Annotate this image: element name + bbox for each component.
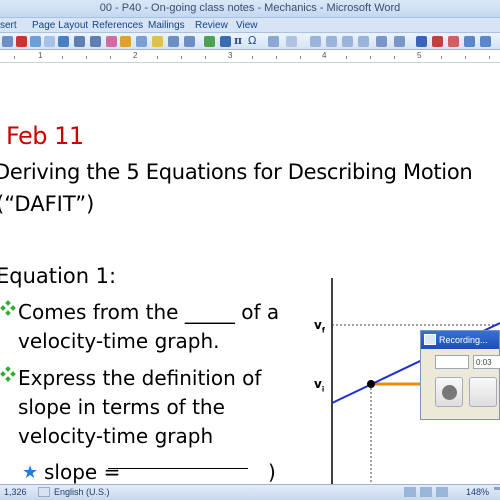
section-heading-line1: Deriving the 5 Equations for Describing …: [0, 160, 473, 184]
recording-title: Recording...: [439, 335, 488, 345]
tab-mailings[interactable]: Mailings: [148, 20, 185, 31]
ruler-tick: [276, 56, 277, 59]
vf-label: vf: [314, 318, 325, 335]
answer-blank: [108, 468, 248, 469]
ruler-tick: [394, 56, 395, 59]
ruler-tick: [346, 56, 347, 59]
title-bar: 00 - P40 - On-going class notes - Mechan…: [0, 0, 500, 18]
view-mode-icon[interactable]: [420, 487, 432, 497]
window-title: 00 - P40 - On-going class notes - Mechan…: [99, 2, 401, 14]
ruler-number: 4: [322, 51, 327, 60]
sub-bullet-close: ): [268, 460, 276, 484]
stop-button[interactable]: [469, 377, 497, 407]
tool-icon[interactable]: [432, 36, 443, 47]
ruler-tick: [252, 56, 253, 59]
vi-point: [367, 380, 375, 388]
diamond-bullet-icon: [0, 366, 16, 382]
tool-icon[interactable]: [120, 36, 131, 47]
tool-icon[interactable]: [268, 36, 279, 47]
view-mode-icon[interactable]: [436, 487, 448, 497]
word-count[interactable]: 1,326: [4, 487, 27, 497]
tool-icon[interactable]: [58, 36, 69, 47]
ruler-tick: [62, 56, 63, 59]
bullet-line: velocity-time graph.: [18, 329, 220, 353]
tab-references[interactable]: References: [92, 20, 143, 31]
tool-icon[interactable]: [184, 36, 195, 47]
tool-icon[interactable]: [30, 36, 41, 47]
tab-review[interactable]: Review: [195, 20, 228, 31]
tool-icon[interactable]: [448, 36, 459, 47]
tool-icon[interactable]: [464, 36, 475, 47]
tool-icon[interactable]: [16, 36, 27, 47]
tool-icon[interactable]: [394, 36, 405, 47]
ruler-tick: [465, 56, 466, 59]
tool-icon[interactable]: [106, 36, 117, 47]
vi-label: vi: [314, 377, 325, 394]
view-mode-icon[interactable]: [404, 487, 416, 497]
horizontal-ruler[interactable]: 1 2 3 4 5: [0, 50, 500, 63]
bullet-line: slope in terms of the: [18, 395, 225, 419]
date-heading: Feb 11: [6, 122, 84, 150]
tool-icon[interactable]: [310, 36, 321, 47]
tool-icon[interactable]: [416, 36, 427, 47]
equation-label: Equation 1:: [0, 264, 117, 288]
recording-timer: 0:03: [473, 355, 500, 369]
pi-icon[interactable]: π: [234, 34, 245, 47]
ribbon-tabs: sert Page Layout References Mailings Rev…: [0, 18, 500, 33]
ruler-tick: [489, 56, 490, 59]
tool-icon[interactable]: [204, 36, 215, 47]
quick-toolbar: π Ω: [0, 33, 500, 50]
ruler-tick: [441, 56, 442, 59]
recording-title-bar[interactable]: Recording...: [421, 331, 499, 349]
recording-widget[interactable]: Recording... 0:03: [420, 330, 500, 420]
omega-icon[interactable]: Ω: [248, 34, 259, 47]
ruler-tick: [157, 56, 158, 59]
ruler-tick: [14, 56, 15, 59]
diamond-bullet-icon: [0, 300, 16, 316]
sub-bullet-text: slope =: [44, 460, 121, 484]
language-indicator[interactable]: English (U.S.): [54, 487, 110, 497]
zoom-level[interactable]: 148%: [466, 487, 489, 497]
bullet-line: Comes from the _____ of a: [18, 300, 280, 324]
ruler-tick: [300, 56, 301, 59]
undo-icon[interactable]: [74, 36, 85, 47]
section-heading-line2: (“DAFIT”): [0, 192, 95, 216]
tool-icon[interactable]: [326, 36, 337, 47]
tab-page-layout[interactable]: Page Layout: [32, 20, 88, 31]
tool-icon[interactable]: [136, 36, 147, 47]
ruler-tick: [110, 56, 111, 59]
tool-icon[interactable]: [376, 36, 387, 47]
ruler-tick: [86, 56, 87, 59]
ruler-number: 1: [38, 51, 43, 60]
ruler-number: 2: [133, 51, 138, 60]
tool-icon[interactable]: [152, 36, 163, 47]
status-bar: 1,326 English (U.S.) 148%: [0, 484, 500, 500]
recorder-icon: [424, 334, 436, 345]
tool-icon[interactable]: [358, 36, 369, 47]
ruler-tick: [370, 56, 371, 59]
bullet-line: Express the definition of: [18, 366, 262, 390]
ruler-tick: [205, 56, 206, 59]
tool-icon[interactable]: [220, 36, 231, 47]
zoom-slider[interactable]: [494, 487, 500, 490]
bullet-line: velocity-time graph: [18, 424, 214, 448]
redo-icon[interactable]: [90, 36, 101, 47]
ruler-number: 5: [417, 51, 422, 60]
record-dot-icon: [442, 385, 457, 400]
ruler-number: 3: [228, 51, 233, 60]
tool-icon[interactable]: [480, 36, 491, 47]
tool-icon[interactable]: [286, 36, 297, 47]
star-icon: ★: [22, 462, 39, 483]
document-page[interactable]: Feb 11 Deriving the 5 Equations for Desc…: [0, 64, 500, 484]
ruler-tick: [181, 56, 182, 59]
proofing-icon[interactable]: [38, 487, 50, 497]
tool-icon[interactable]: [168, 36, 179, 47]
tool-icon[interactable]: [44, 36, 55, 47]
save-icon[interactable]: [2, 36, 13, 47]
record-button[interactable]: [435, 377, 463, 407]
tool-icon[interactable]: [342, 36, 353, 47]
tab-insert[interactable]: sert: [0, 20, 17, 31]
recording-source-select[interactable]: [435, 355, 469, 369]
tab-view[interactable]: View: [236, 20, 258, 31]
